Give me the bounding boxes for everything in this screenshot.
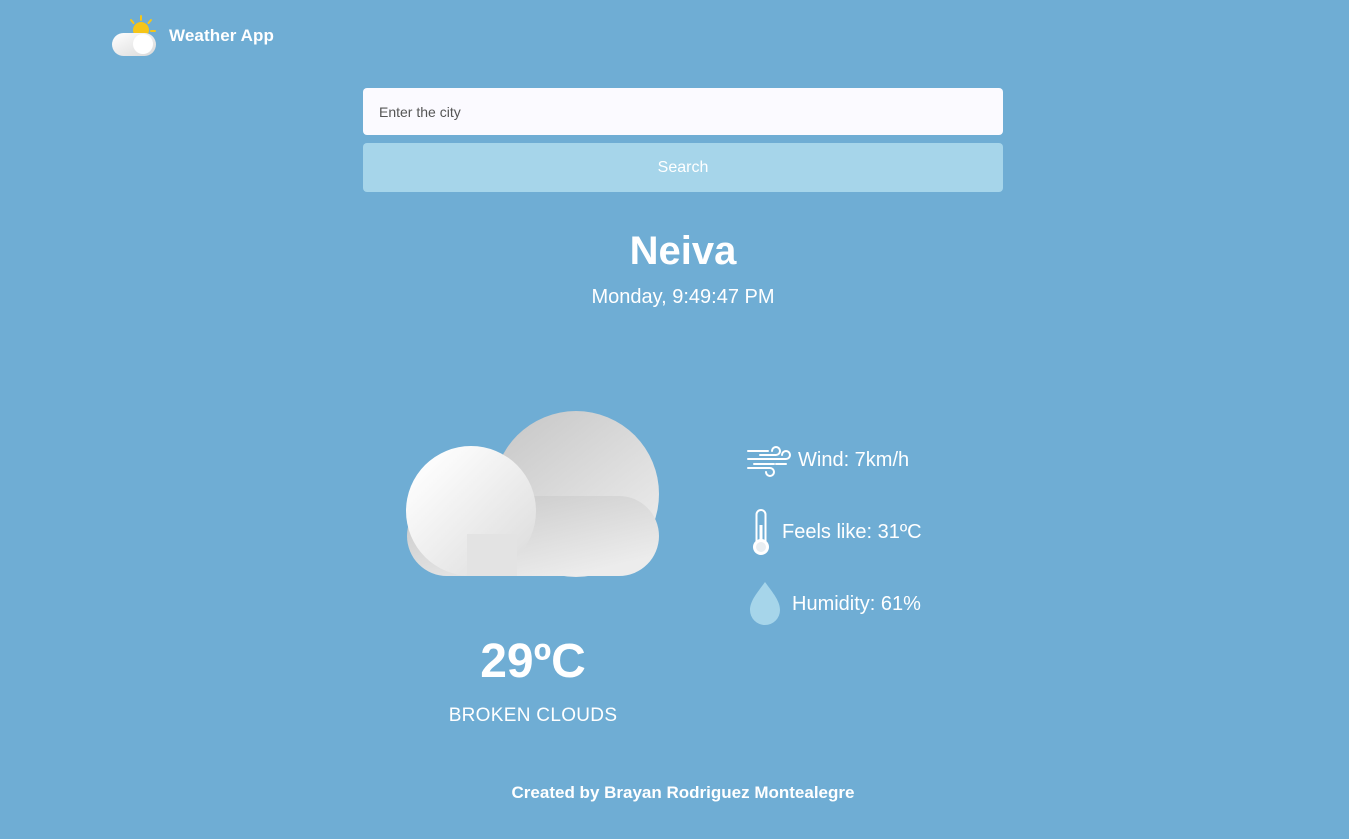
feels-like-detail: Feels like: 31ºC (746, 507, 922, 557)
water-drop-icon (750, 582, 780, 625)
current-temperature: 29ºC (480, 635, 586, 688)
footer-credit: Created by Brayan Rodriguez Montealegre (511, 783, 855, 802)
broken-clouds-icon (406, 411, 659, 577)
sun-cloud-icon (112, 15, 156, 56)
search-button[interactable]: Search (363, 143, 1003, 192)
city-search-input[interactable] (363, 88, 1003, 135)
wind-label: Wind: 7km/h (798, 448, 910, 471)
wind-icon (747, 446, 791, 477)
humidity-detail: Humidity: 61% (746, 580, 921, 628)
weather-description: BROKEN CLOUDS (448, 705, 618, 726)
city-name: Neiva (629, 229, 737, 273)
feels-like-label: Feels like: 31ºC (782, 520, 922, 543)
humidity-label: Humidity: 61% (792, 592, 921, 615)
current-datetime: Monday, 9:49:47 PM (591, 286, 775, 308)
wind-detail: Wind: 7km/h (746, 443, 909, 477)
thermometer-icon (753, 509, 769, 555)
app-header: Weather App (111, 14, 274, 58)
app-title: Weather App (169, 26, 275, 45)
